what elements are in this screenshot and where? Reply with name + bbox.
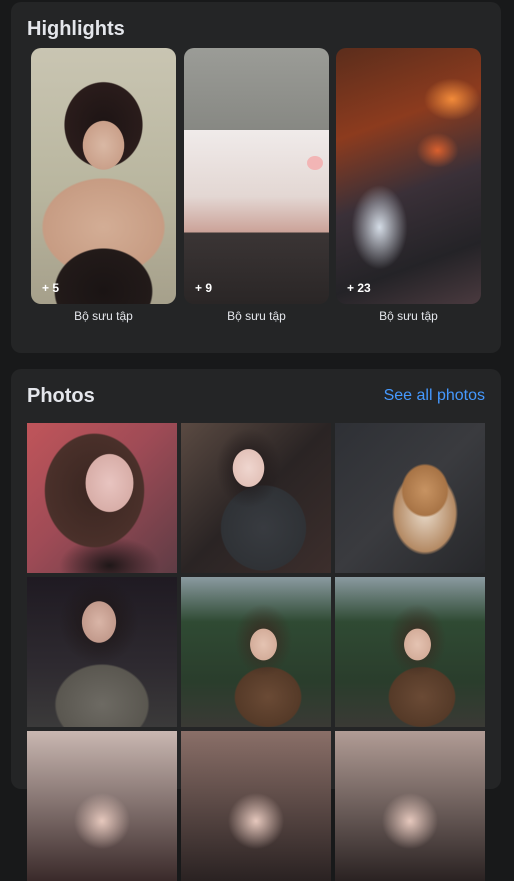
highlight-item[interactable]: + 5 Bộ sưu tập xyxy=(31,48,176,323)
photo-thumbnail[interactable] xyxy=(27,577,177,727)
photo-thumbnail[interactable] xyxy=(181,423,331,573)
photos-title: Photos xyxy=(27,385,95,407)
photo-thumbnail[interactable] xyxy=(181,731,331,881)
photo-thumbnail[interactable] xyxy=(181,577,331,727)
highlight-label: Bộ sưu tập xyxy=(379,309,438,323)
highlight-count: + 23 xyxy=(347,281,371,295)
highlights-title: Highlights xyxy=(27,18,125,40)
highlight-label: Bộ sưu tập xyxy=(227,309,286,323)
photo-thumbnail[interactable] xyxy=(335,423,485,573)
see-all-photos-link[interactable]: See all photos xyxy=(384,387,485,405)
highlight-thumbnail[interactable]: + 9 xyxy=(184,48,329,304)
highlight-count: + 5 xyxy=(42,281,60,295)
highlight-thumbnail[interactable]: + 5 xyxy=(31,48,176,304)
highlight-label: Bộ sưu tập xyxy=(74,309,133,323)
photo-thumbnail[interactable] xyxy=(335,731,485,881)
photo-thumbnail[interactable] xyxy=(335,577,485,727)
highlight-count: + 9 xyxy=(195,281,213,295)
highlight-thumbnail[interactable]: + 23 xyxy=(336,48,481,304)
highlight-item[interactable]: + 9 Bộ sưu tập xyxy=(184,48,329,323)
photo-thumbnail[interactable] xyxy=(27,423,177,573)
photos-card: Photos See all photos xyxy=(11,369,501,881)
highlights-card: Highlights + 5 Bộ sưu tập + 9 Bộ sưu tập… xyxy=(11,2,501,353)
photo-thumbnail[interactable] xyxy=(27,731,177,881)
highlight-item[interactable]: + 23 Bộ sưu tập xyxy=(336,48,481,323)
